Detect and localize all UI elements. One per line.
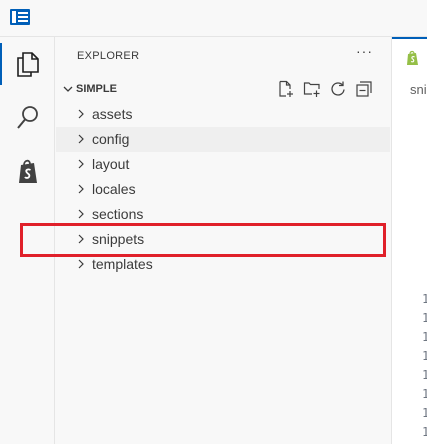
chevron-right-icon	[78, 209, 84, 219]
tree-item-label: sections	[92, 206, 144, 222]
snippets-highlight-box	[20, 223, 386, 257]
explorer-title: EXPLORER	[77, 50, 140, 62]
tree-item-config[interactable]: config	[56, 127, 390, 152]
line-number: 1	[422, 330, 427, 344]
folder-actions	[276, 78, 374, 100]
title-bar	[0, 0, 427, 37]
tree-item-label: templates	[92, 256, 153, 272]
new-file-icon	[279, 80, 293, 97]
tree-item-label: config	[92, 131, 130, 147]
folder-name: SIMPLE	[76, 83, 117, 95]
tree-item-label: assets	[92, 106, 133, 122]
tree-item-assets[interactable]: assets	[56, 102, 390, 127]
editor-tab[interactable]	[392, 37, 427, 77]
line-number: 1	[422, 368, 427, 382]
folder-section-header[interactable]: SIMPLE	[56, 77, 390, 101]
tree-item-layout[interactable]: layout	[56, 152, 390, 177]
shopify-icon	[407, 50, 418, 65]
new-folder-icon	[303, 82, 320, 97]
line-number: 1	[422, 387, 427, 401]
refresh-button[interactable]	[328, 78, 348, 100]
tree-item-locales[interactable]: locales	[56, 177, 390, 202]
line-number-gutter: 1 1 1 1 1 1 1 1	[422, 292, 427, 444]
line-number: 1	[422, 311, 427, 325]
more-actions-button[interactable]: ···	[356, 43, 373, 59]
explorer-header: EXPLORER ···	[56, 37, 390, 75]
line-number: 1	[422, 425, 427, 439]
refresh-icon	[331, 81, 345, 96]
editor-area: sni 1 1 1 1 1 1 1 1	[391, 37, 427, 444]
chevron-right-icon	[78, 109, 84, 119]
collapse-all-button[interactable]	[354, 78, 374, 100]
activity-search[interactable]	[0, 95, 55, 141]
activity-shopify[interactable]	[0, 149, 55, 195]
files-icon	[16, 52, 39, 77]
breadcrumb[interactable]: sni	[410, 82, 427, 97]
new-file-button[interactable]	[276, 78, 296, 100]
activity-explorer[interactable]	[0, 41, 55, 87]
chevron-down-icon	[63, 86, 73, 92]
line-number: 1	[422, 292, 427, 306]
line-number: 1	[422, 349, 427, 363]
vscode-layout-icon[interactable]	[10, 9, 30, 25]
line-number: 1	[422, 406, 427, 420]
tree-item-label: locales	[92, 181, 136, 197]
collapse-all-icon	[356, 81, 372, 97]
chevron-right-icon	[78, 259, 84, 269]
search-icon	[16, 106, 38, 129]
new-folder-button[interactable]	[302, 78, 322, 100]
chevron-right-icon	[78, 134, 84, 144]
chevron-right-icon	[78, 184, 84, 194]
chevron-right-icon	[78, 159, 84, 169]
shopify-icon	[18, 159, 37, 183]
tree-item-label: layout	[92, 156, 130, 172]
